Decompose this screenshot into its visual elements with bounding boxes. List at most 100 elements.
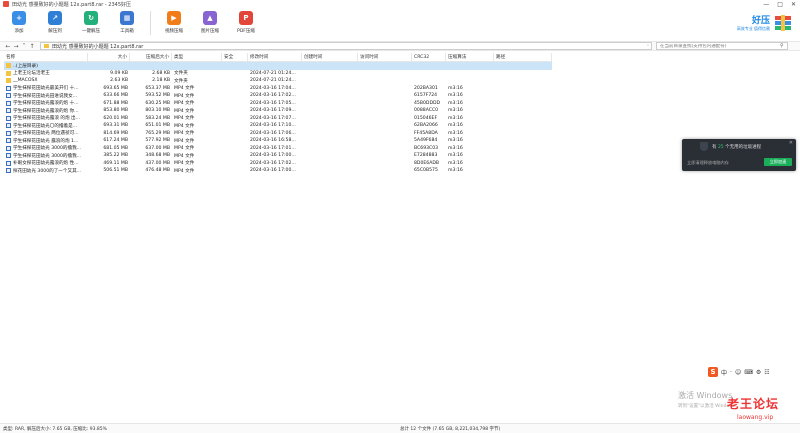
search-box: ⚲ xyxy=(656,42,788,50)
archive-info: 类型: RAR, 解压后大小: 7.65 GB, 压缩比: 93.85% xyxy=(3,426,107,432)
file-acc-cell xyxy=(358,107,412,115)
file-acc-cell xyxy=(358,137,412,145)
parent-directory-row[interactable]: ..(上层目录) xyxy=(4,62,552,70)
file-sec-cell xyxy=(222,100,248,108)
oneclick-extract-label: 一键解压 xyxy=(82,29,100,34)
close-window-button[interactable]: ✕ xyxy=(791,1,796,8)
column-modified[interactable]: 修改时间 xyxy=(248,53,302,61)
table-row[interactable]: 学生抹探花田幼光露浪 的炮 出... 620.01 MB 583.24 MB MP4 … xyxy=(4,115,552,123)
file-mod-cell: 2024-03-16 17:02... xyxy=(250,93,296,99)
file-mod-cell: 2024-03-16 17:09... xyxy=(250,108,296,114)
file-path-cell xyxy=(494,107,552,115)
pdf-compress-button[interactable]: P PDF压缩 xyxy=(231,8,261,38)
file-name-cell: 学生抹探花田幼光田进说我女... xyxy=(4,92,88,100)
oneclick-extract-button[interactable]: ↻ 一键解压 xyxy=(76,8,106,38)
file-name-cell: 补眼女探花田幼光露浪的炮 性... xyxy=(4,160,88,168)
file-type-cell: MP4 文件 xyxy=(174,131,195,137)
file-cre-cell xyxy=(302,100,358,108)
path-dropdown-icon[interactable]: ˅ xyxy=(647,44,649,49)
forward-arrow-icon[interactable]: → xyxy=(12,43,20,50)
file-packed-cell: 577.92 MB xyxy=(145,138,170,144)
speed-up-button[interactable]: 立即加速 xyxy=(764,158,792,166)
folder-icon xyxy=(6,63,11,69)
file-type-cell: MP4 文件 xyxy=(174,86,195,92)
file-sec-cell xyxy=(222,85,248,93)
video-file-icon xyxy=(6,115,11,121)
sogou-logo-icon[interactable]: S xyxy=(708,367,718,377)
file-type-cell: MP4 文件 xyxy=(174,123,195,129)
table-row[interactable]: 补眼女探花田幼光露浪的炮 性... 469.11 MB 437.00 MB MP4 文… xyxy=(4,160,552,168)
file-cre-cell xyxy=(302,167,358,175)
column-type[interactable]: 类型 xyxy=(172,53,222,61)
ime-punctuation-icon[interactable]: · xyxy=(730,369,732,376)
file-path-cell xyxy=(494,167,552,175)
table-row[interactable]: 学生抹探花田幼光 3000的撸我... 385.22 MB 348.68 MB MP4… xyxy=(4,152,552,160)
column-security[interactable]: 安全 xyxy=(222,53,248,61)
table-row[interactable]: 学生抹探花田幼光 3000的撸我... 681.05 MB 637.00 MB MP4… xyxy=(4,145,552,153)
column-path[interactable]: 路径 xyxy=(494,53,552,61)
table-row[interactable]: 上老王论坛活老王 9.09 KB 2.68 KB 文件夹 2024-07-21 01:2… xyxy=(4,70,552,78)
file-meth-cell: m3:16 xyxy=(448,100,463,106)
file-type-cell: MP4 文件 xyxy=(174,108,195,114)
video-file-icon xyxy=(6,93,11,99)
file-sec-cell xyxy=(222,160,248,168)
file-type-cell: MP4 文件 xyxy=(174,168,195,174)
video-file-icon xyxy=(6,138,11,144)
popup-title: 有 25 个无用的垃圾进程 xyxy=(712,144,761,150)
file-list: 名称 大小 压缩后大小 类型 安全 修改时间 创建时间 访问时间 CRC32 压… xyxy=(4,53,552,175)
search-input[interactable] xyxy=(660,43,780,49)
file-mod-cell: 2024-07-21 01:24... xyxy=(250,70,296,76)
table-row[interactable]: 学生抹探花田幼光露浪的炮 你... 853.80 MB 803.10 MB MP4 文… xyxy=(4,107,552,115)
column-size[interactable]: 大小 xyxy=(88,53,130,61)
extract-to-button[interactable]: ↗ 解压到 xyxy=(40,8,70,38)
up-arrow-icon[interactable]: ↑ xyxy=(28,43,36,50)
video-compress-icon: ▶ xyxy=(167,11,181,25)
toolbox-icon: ▦ xyxy=(120,11,134,25)
column-name[interactable]: 名称 xyxy=(4,53,88,61)
column-method[interactable]: 压缩算法 xyxy=(446,53,494,61)
folder-icon xyxy=(44,44,49,48)
file-crc-cell: FF45A8DA xyxy=(414,130,438,136)
file-path-cell xyxy=(494,77,552,85)
ime-settings-icon[interactable]: ⚙ xyxy=(756,369,761,376)
column-packed-size[interactable]: 压缩后大小 xyxy=(130,53,172,61)
table-row[interactable]: 学生抹探花田幼光露浪的炮 十... 671.88 MB 630.25 MB MP4 文… xyxy=(4,100,552,108)
file-type-cell: MP4 文件 xyxy=(174,93,195,99)
file-crc-cell: 0088ACC0 xyxy=(414,108,439,114)
back-arrow-icon[interactable]: ← xyxy=(4,43,12,50)
table-row[interactable]: 学生抹探花田幼光最美开们 十... 693.65 MB 653.37 MB MP4 文… xyxy=(4,85,552,93)
file-cre-cell xyxy=(302,115,358,123)
file-acc-cell xyxy=(358,70,412,78)
file-type-cell: MP4 文件 xyxy=(174,146,195,152)
table-row[interactable]: 学生抹探花田幼光〇的撸着是... 693.31 MB 651.01 MB MP4 文件… xyxy=(4,122,552,130)
column-created[interactable]: 创建时间 xyxy=(302,53,358,61)
column-accessed[interactable]: 访问时间 xyxy=(358,53,412,61)
minimize-button[interactable]: — xyxy=(763,1,769,8)
video-compress-button[interactable]: ▶ 视频压缩 xyxy=(159,8,189,38)
ime-grid-icon[interactable]: ☷ xyxy=(764,369,769,376)
file-name-cell: 学生抹探花田幼光露浪 的炮 出... xyxy=(4,115,88,123)
table-row[interactable]: 学生抹探花田幼光 露浪的炮 1... 617.24 MB 577.92 MB MP4 … xyxy=(4,137,552,145)
path-field[interactable]: 田幼光 感量致好的小题题 12x.part8.rar ˅ xyxy=(40,42,652,50)
dropdown-chevron-icon[interactable]: ˅ xyxy=(20,43,28,50)
file-type-cell: MP4 文件 xyxy=(174,153,195,159)
file-meth-cell: m3:16 xyxy=(448,93,463,99)
table-row[interactable]: 探花田幼光 3000的了一个又其... 506.51 MB 476.48 MB MP4… xyxy=(4,167,552,175)
file-name-cell: 探花田幼光 3000的了一个又其... xyxy=(4,167,88,175)
image-compress-button[interactable]: ▲ 图片压缩 xyxy=(195,8,225,38)
table-row[interactable]: 学生抹探花田幼光田进说我女... 633.66 MB 593.52 MB MP4 文件… xyxy=(4,92,552,100)
search-icon[interactable]: ⚲ xyxy=(780,43,784,49)
popup-close-button[interactable]: ✕ xyxy=(789,140,793,146)
table-row[interactable]: 学生抹探花田幼光 两位遇祯可... 814.69 MB 765.29 MB MP4 文… xyxy=(4,130,552,138)
ime-keyboard-icon[interactable]: ⌨ xyxy=(744,369,753,376)
maximize-button[interactable]: □ xyxy=(777,1,783,8)
column-crc32[interactable]: CRC32 xyxy=(412,53,446,61)
table-row[interactable]: __MACOSX 2.63 KB 2.18 KB 文件夹 2024-07-21 01:2… xyxy=(4,77,552,85)
add-button[interactable]: + 添加 xyxy=(4,8,34,38)
file-acc-cell xyxy=(358,77,412,85)
ime-emoji-icon[interactable]: ☺ xyxy=(735,369,741,376)
file-meth-cell: m3:16 xyxy=(448,168,463,174)
ime-chinese-mode-icon[interactable]: 中 xyxy=(721,368,727,377)
toolbox-button[interactable]: ▦ 工具箱 xyxy=(112,8,142,38)
file-sec-cell xyxy=(222,62,248,70)
